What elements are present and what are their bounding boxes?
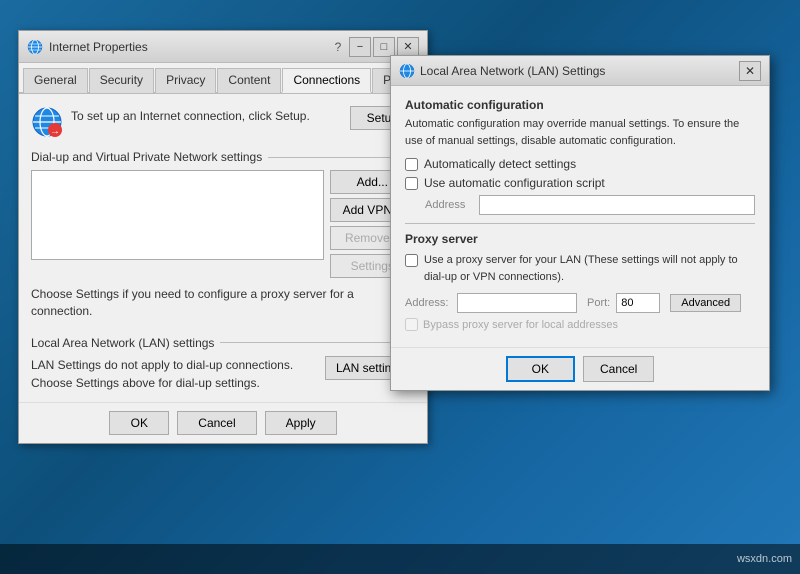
window-footer: OK Cancel Apply: [19, 402, 427, 443]
maximize-button[interactable]: □: [373, 37, 395, 57]
choose-settings-text: Choose Settings if you need to configure…: [31, 286, 415, 320]
globe-icon: →: [31, 106, 63, 138]
proxy-address-label: Address:: [405, 297, 451, 309]
tab-content[interactable]: Content: [217, 68, 281, 93]
choose-settings-row: Choose Settings if you need to configure…: [31, 286, 415, 320]
proxy-server-title: Proxy server: [405, 232, 755, 246]
dialog-titlebar: Local Area Network (LAN) Settings ✕: [391, 56, 769, 86]
apply-button[interactable]: Apply: [265, 411, 337, 435]
address-label: Address: [425, 199, 473, 211]
dialog-ok-button[interactable]: OK: [506, 356, 575, 382]
auto-script-address-input[interactable]: [479, 195, 755, 215]
section-divider: [405, 223, 755, 224]
dialog-cancel-button[interactable]: Cancel: [583, 356, 654, 382]
titlebar-left: Internet Properties: [27, 39, 148, 55]
titlebar-buttons: ? − □ ✕: [329, 37, 419, 57]
bypass-row: Bypass proxy server for local addresses: [405, 318, 755, 331]
dialog-close-button[interactable]: ✕: [739, 61, 761, 81]
proxy-address-row: Address: Port: Advanced: [405, 293, 755, 313]
auto-config-title: Automatic configuration: [405, 98, 755, 112]
taskbar: wsxdn.com: [0, 544, 800, 574]
window-titlebar: Internet Properties ? − □ ✕: [19, 31, 427, 63]
cancel-button[interactable]: Cancel: [177, 411, 256, 435]
proxy-port-label: Port:: [587, 297, 610, 309]
auto-script-address-row: Address: [425, 195, 755, 215]
dialog-title: Local Area Network (LAN) Settings: [420, 64, 605, 78]
lan-description: LAN Settings do not apply to dial-up con…: [31, 356, 317, 392]
tab-security[interactable]: Security: [89, 68, 154, 93]
close-button[interactable]: ✕: [397, 37, 419, 57]
internet-icon: [27, 39, 43, 55]
tab-privacy[interactable]: Privacy: [155, 68, 216, 93]
setup-row: → To set up an Internet connection, clic…: [31, 106, 415, 138]
vpn-listbox[interactable]: [31, 170, 324, 260]
dialup-section-label: Dial-up and Virtual Private Network sett…: [31, 150, 415, 164]
proxy-checkbox-row: Use a proxy server for your LAN (These s…: [405, 252, 755, 285]
tabs-bar: General Security Privacy Content Connect…: [19, 63, 427, 94]
lan-section-label: Local Area Network (LAN) settings: [31, 336, 415, 350]
dialog-footer: OK Cancel: [391, 347, 769, 390]
window-title: Internet Properties: [49, 40, 148, 54]
auto-config-desc: Automatic configuration may override man…: [405, 116, 755, 149]
setup-description: To set up an Internet connection, click …: [71, 106, 310, 125]
auto-detect-label: Automatically detect settings: [424, 157, 576, 171]
taskbar-text: wsxdn.com: [737, 553, 792, 565]
connections-content: → To set up an Internet connection, clic…: [19, 94, 427, 402]
auto-script-label: Use automatic configuration script: [424, 176, 605, 190]
ok-button[interactable]: OK: [109, 411, 169, 435]
lan-row: LAN Settings do not apply to dial-up con…: [31, 356, 415, 392]
help-button[interactable]: ?: [329, 38, 347, 56]
dialog-icon: [399, 63, 415, 79]
svg-text:→: →: [50, 126, 60, 137]
bypass-label: Bypass proxy server for local addresses: [423, 319, 618, 331]
internet-properties-window: Internet Properties ? − □ ✕ General Secu…: [18, 30, 428, 444]
proxy-desc-text: Use a proxy server for your LAN (These s…: [424, 252, 755, 285]
proxy-address-input[interactable]: [457, 293, 577, 313]
lan-section: Local Area Network (LAN) settings LAN Se…: [31, 336, 415, 392]
vpn-list-area: Add... Add VPN... Remove... Settings: [31, 170, 415, 278]
minimize-button[interactable]: −: [349, 37, 371, 57]
proxy-server-checkbox[interactable]: [405, 254, 418, 267]
tab-connections[interactable]: Connections: [282, 68, 371, 93]
bypass-checkbox[interactable]: [405, 318, 418, 331]
lan-settings-dialog: Local Area Network (LAN) Settings ✕ Auto…: [390, 55, 770, 391]
proxy-advanced-button[interactable]: Advanced: [670, 294, 741, 312]
tab-general[interactable]: General: [23, 68, 88, 93]
dialog-content: Automatic configuration Automatic config…: [391, 86, 769, 341]
auto-script-row: Use automatic configuration script: [405, 176, 755, 190]
auto-detect-row: Automatically detect settings: [405, 157, 755, 171]
auto-detect-checkbox[interactable]: [405, 158, 418, 171]
proxy-port-input[interactable]: [616, 293, 660, 313]
auto-script-checkbox[interactable]: [405, 177, 418, 190]
